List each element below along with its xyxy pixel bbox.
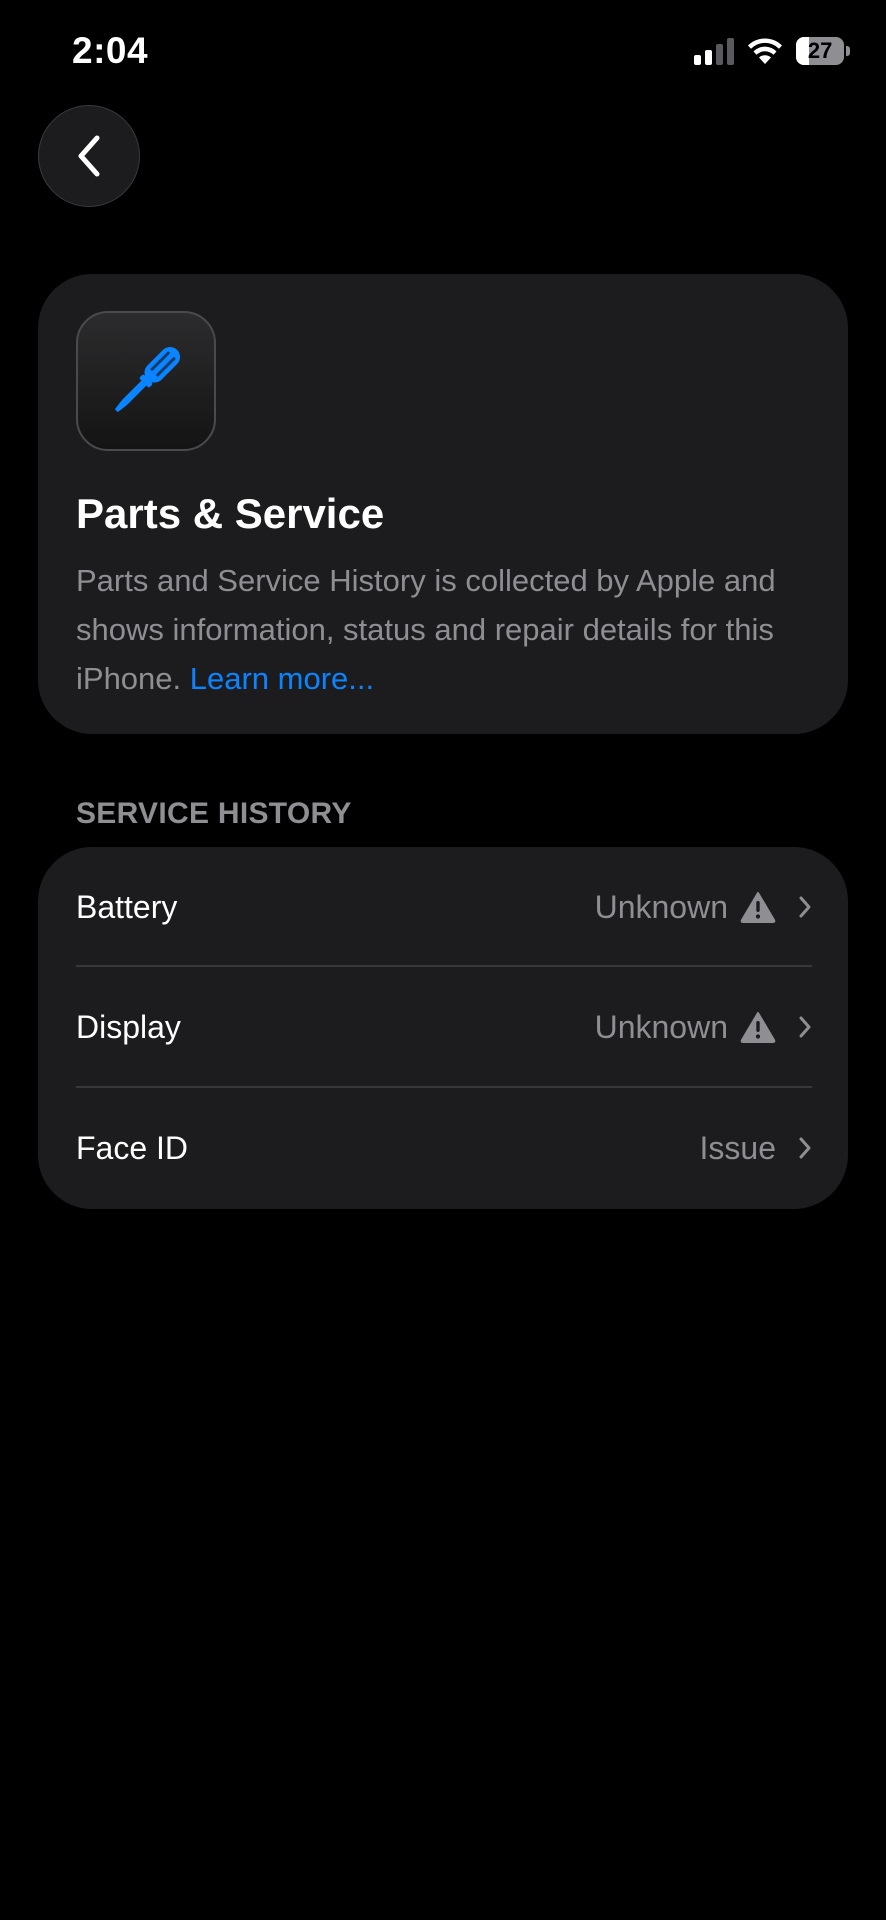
list-row-face-id[interactable]: Face ID Issue [76, 1088, 848, 1208]
chevron-right-icon [798, 1015, 812, 1039]
battery-icon: 27 [796, 37, 850, 65]
service-history-list: Battery Unknown Display Unknown Face ID … [38, 847, 848, 1209]
status-time: 2:04 [72, 30, 149, 71]
status-bar: 2:04 27 [0, 0, 886, 110]
description-text: Parts and Service History is collected b… [76, 563, 776, 696]
wifi-icon [748, 38, 782, 64]
row-label: Battery [76, 888, 178, 925]
card-title: Parts & Service [76, 490, 385, 537]
battery-level: 27 [807, 38, 833, 63]
screwdriver-icon [114, 346, 181, 413]
warning-icon [740, 1011, 776, 1043]
chevron-right-icon [798, 895, 812, 919]
chevron-right-icon [798, 1136, 812, 1160]
row-value: Unknown [594, 1008, 728, 1045]
learn-more-link[interactable]: Learn more... [190, 661, 374, 696]
back-button[interactable] [38, 105, 140, 207]
row-value: Unknown [594, 888, 728, 925]
status-icons: 27 [694, 36, 850, 66]
parts-service-app-icon [76, 311, 216, 451]
service-history-header: SERVICE HISTORY [76, 797, 352, 830]
list-row-battery[interactable]: Battery Unknown [76, 847, 848, 967]
row-value: Issue [699, 1129, 776, 1166]
row-label: Face ID [76, 1129, 189, 1166]
card-description: Parts and Service History is collected b… [76, 556, 816, 703]
list-row-display[interactable]: Display Unknown [76, 967, 848, 1087]
row-label: Display [76, 1008, 181, 1045]
cellular-signal-icon [694, 37, 734, 65]
chevron-left-icon [78, 135, 100, 177]
parts-service-info-card: Parts & Service Parts and Service Histor… [38, 274, 848, 734]
warning-icon [740, 891, 776, 923]
